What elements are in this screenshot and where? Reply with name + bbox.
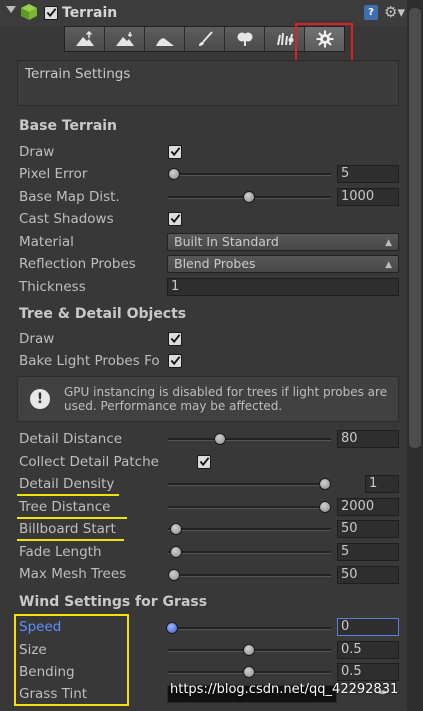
reflection-probes-value: Blend Probes: [174, 256, 256, 271]
fade-length-field[interactable]: 5: [337, 543, 399, 561]
pixel-error-slider-thumb[interactable]: [168, 168, 180, 180]
reflection-probes-label: Reflection Probes: [19, 256, 136, 272]
base-map-dist-field[interactable]: 1000: [337, 188, 399, 206]
wind-heading: Wind Settings for Grass: [19, 594, 208, 610]
fade-length-slider-track[interactable]: [168, 551, 331, 554]
billboard-start-slider-track[interactable]: [168, 528, 331, 531]
component-enabled-checkbox[interactable]: [44, 6, 58, 20]
bending-field[interactable]: 0.5: [337, 663, 399, 681]
draw-checkbox[interactable]: [168, 145, 182, 159]
base-terrain-heading: Base Terrain: [19, 118, 118, 134]
pixel-error-slider-track[interactable]: [168, 173, 331, 176]
raise-lower-terrain-icon[interactable]: [65, 27, 105, 51]
bake-light-probes-label: Bake Light Probes Fo: [19, 353, 160, 369]
detail-density-label: Detail Density: [19, 476, 115, 492]
billboard-start-field[interactable]: 50: [337, 520, 399, 538]
max-mesh-trees-label: Max Mesh Trees: [19, 566, 127, 582]
info-icon: !: [30, 389, 50, 409]
collect-detail-patches-label: Collect Detail Patche: [19, 454, 159, 470]
max-mesh-trees-slider-track[interactable]: [168, 574, 331, 577]
detail-distance-field[interactable]: 80: [337, 430, 399, 448]
billboard-start-underline: [17, 539, 124, 541]
tree-detail-heading: Tree & Detail Objects: [19, 306, 187, 322]
speed-slider-track[interactable]: [168, 627, 331, 630]
detail-distance-label: Detail Distance: [19, 431, 123, 447]
bake-light-probes-checkbox[interactable]: [168, 354, 182, 368]
tree-draw-checkbox[interactable]: [168, 332, 182, 346]
watermark: https://blog.csdn.net/qq_42292831: [170, 682, 399, 697]
panel-title: Terrain Settings: [25, 66, 131, 82]
scrollbar-thumb[interactable]: [409, 8, 421, 448]
tree-distance-slider-thumb[interactable]: [319, 501, 331, 513]
detail-density-underline: [17, 494, 119, 496]
tree-distance-slider-track[interactable]: [168, 506, 331, 509]
pixel-error-field[interactable]: 5: [337, 165, 399, 183]
thickness-field[interactable]: 1: [167, 278, 399, 296]
size-slider-thumb[interactable]: [243, 644, 255, 656]
gear-icon[interactable]: ⚙▾: [384, 3, 405, 21]
cast-shadows-label: Cast Shadows: [19, 211, 114, 227]
pixel-error-label: Pixel Error: [19, 166, 88, 182]
collect-detail-patches-checkbox[interactable]: [197, 455, 211, 469]
speed-field[interactable]: 0: [337, 618, 399, 636]
paint-texture-icon[interactable]: [185, 27, 225, 51]
base-map-dist-slider-thumb[interactable]: [243, 191, 255, 203]
detail-density-field[interactable]: 1: [365, 475, 399, 493]
info-text: GPU instancing is disabled for trees if …: [64, 385, 388, 413]
help-icon[interactable]: ?: [364, 5, 378, 20]
tree-distance-underline: [17, 517, 127, 519]
speed-slider-thumb[interactable]: [166, 622, 178, 634]
billboard-start-label: Billboard Start: [19, 521, 116, 537]
fade-length-slider-thumb[interactable]: [170, 546, 182, 558]
tree-distance-field[interactable]: 2000: [337, 498, 399, 516]
gpu-instancing-info-box: ! GPU instancing is disabled for trees i…: [17, 376, 399, 422]
material-dropdown[interactable]: Built In Standard ▲: [167, 233, 399, 251]
size-field[interactable]: 0.5: [337, 641, 399, 659]
material-label: Material: [19, 234, 74, 250]
detail-density-slider-track[interactable]: [168, 483, 331, 486]
detail-density-slider-thumb[interactable]: [319, 478, 331, 490]
smooth-height-icon[interactable]: [145, 27, 185, 51]
fade-length-label: Fade Length: [19, 544, 102, 560]
detail-distance-slider-thumb[interactable]: [214, 433, 226, 445]
panel-title-box: Terrain Settings: [17, 60, 399, 106]
tree-distance-label: Tree Distance: [19, 499, 111, 515]
max-mesh-trees-slider-thumb[interactable]: [168, 569, 180, 581]
detail-distance-slider-track[interactable]: [168, 438, 331, 441]
tree-draw-label: Draw: [19, 331, 55, 347]
reflection-probes-dropdown[interactable]: Blend Probes ▲: [167, 255, 399, 273]
thickness-label: Thickness: [19, 279, 86, 295]
draw-label: Draw: [19, 144, 55, 160]
foldout-arrow-icon[interactable]: [6, 6, 16, 13]
terrain-component-icon: [20, 3, 38, 21]
paint-height-icon[interactable]: [105, 27, 145, 51]
cast-shadows-checkbox[interactable]: [168, 212, 182, 226]
dropdown-arrows-icon: ▲: [385, 260, 392, 270]
base-map-dist-label: Base Map Dist.: [19, 189, 120, 205]
max-mesh-trees-field[interactable]: 50: [337, 566, 399, 584]
wind-highlight-box: [14, 614, 129, 706]
place-trees-icon[interactable]: [225, 27, 265, 51]
dropdown-arrows-icon: ▲: [385, 238, 392, 248]
material-value: Built In Standard: [174, 234, 279, 249]
component-title: Terrain: [62, 5, 118, 21]
billboard-start-slider-thumb[interactable]: [170, 523, 182, 535]
bending-slider-thumb[interactable]: [243, 666, 255, 678]
